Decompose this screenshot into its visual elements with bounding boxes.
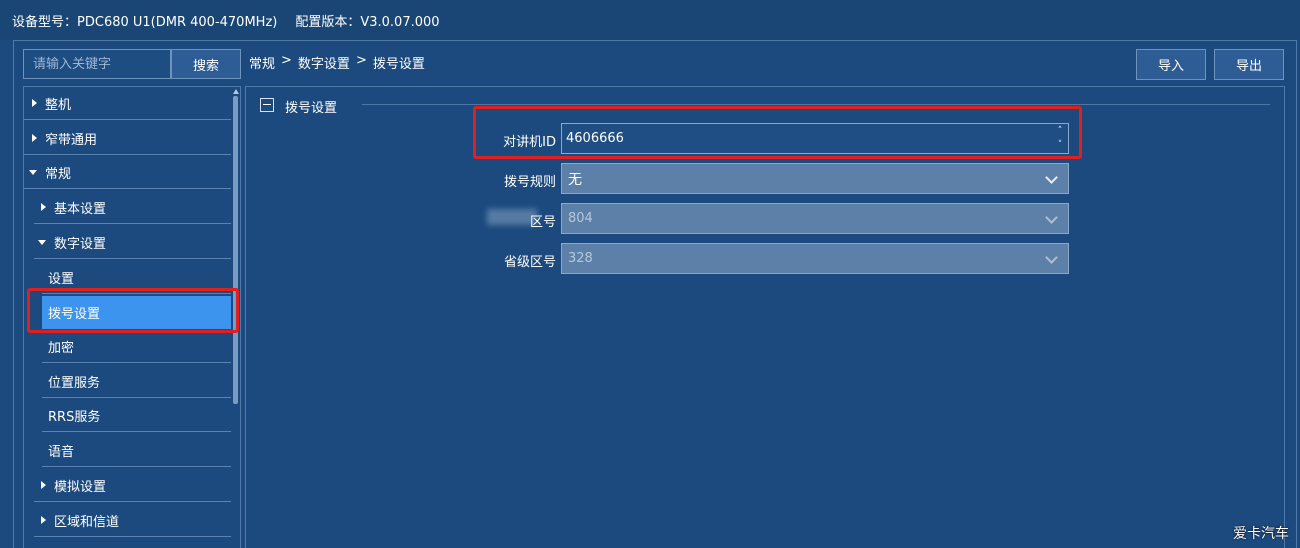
device-model-value: PDC680 U1(DMR 400-470MHz) bbox=[77, 14, 278, 30]
breadcrumb: 常规 > 数字设置 > 拨号设置 bbox=[249, 53, 425, 72]
province-code-label: 省级区号 bbox=[503, 255, 556, 270]
config-version-label: 配置版本： bbox=[295, 14, 361, 30]
import-button[interactable]: 导入 bbox=[1136, 49, 1206, 80]
tree-item-label: 区域和信道 bbox=[54, 514, 120, 530]
caret-right-icon bbox=[41, 481, 46, 489]
scroll-up-arrow-icon[interactable] bbox=[233, 89, 239, 94]
tree-item-basic-settings[interactable]: 基本设置 bbox=[34, 191, 232, 224]
chevron-down-icon bbox=[1045, 251, 1058, 264]
breadcrumb-item: 常规 bbox=[249, 57, 276, 72]
tree-item-label: 设置 bbox=[48, 271, 75, 287]
tree-item-conventional[interactable]: 常规 bbox=[24, 156, 232, 189]
search-button[interactable]: 搜索 bbox=[171, 49, 241, 79]
tree-item-rrs-service[interactable]: RRS服务 bbox=[42, 399, 232, 432]
config-version-value: V3.0.07.000 bbox=[360, 14, 440, 30]
search-input[interactable] bbox=[23, 49, 171, 79]
area-code-select: 804 bbox=[561, 203, 1069, 234]
province-code-value: 328 bbox=[568, 251, 593, 266]
area-code-label: 区号 bbox=[529, 215, 556, 230]
tree-item-voice[interactable]: 语音 bbox=[42, 434, 232, 467]
tree-item-whole-device[interactable]: 整机 bbox=[24, 87, 232, 120]
tree-item-location-service[interactable]: 位置服务 bbox=[42, 365, 232, 398]
chevron-down-icon bbox=[1045, 171, 1058, 184]
tree-item-label: 数字设置 bbox=[54, 236, 107, 252]
caret-right-icon bbox=[41, 516, 46, 524]
tree-item-label: 基本设置 bbox=[54, 201, 107, 217]
area-code-value: 804 bbox=[568, 211, 593, 226]
breadcrumb-item: 数字设置 bbox=[297, 57, 350, 72]
caret-down-icon bbox=[29, 169, 37, 175]
tree-scrollbar-thumb[interactable] bbox=[233, 96, 238, 404]
tree-item-label: 常规 bbox=[45, 166, 72, 182]
section-title: 拨号设置 bbox=[285, 101, 338, 116]
chevron-down-icon bbox=[1045, 211, 1058, 224]
tree-item-narrowband-general[interactable]: 窄带通用 bbox=[24, 122, 232, 155]
dial-rule-select[interactable]: 无 bbox=[561, 163, 1069, 194]
highlight-box-radio-id bbox=[473, 106, 1082, 159]
tree-item-analog-settings[interactable]: 模拟设置 bbox=[34, 469, 232, 502]
tree-item-label: 语音 bbox=[48, 444, 75, 460]
caret-down-icon bbox=[38, 239, 46, 245]
collapse-icon[interactable] bbox=[260, 98, 274, 112]
caret-right-icon bbox=[41, 203, 46, 211]
dial-rule-label: 拨号规则 bbox=[503, 175, 556, 190]
tree-item-label: 加密 bbox=[48, 340, 75, 356]
caret-right-icon bbox=[32, 134, 37, 142]
caret-right-icon bbox=[32, 99, 37, 107]
tree-item-label: 整机 bbox=[45, 97, 72, 113]
tree-item-label: 位置服务 bbox=[48, 375, 101, 391]
breadcrumb-separator: > bbox=[355, 53, 367, 68]
watermark: 爱卡汽车 bbox=[1233, 526, 1289, 542]
tree-item-label: RRS服务 bbox=[48, 409, 101, 425]
tree-item-encryption[interactable]: 加密 bbox=[42, 330, 232, 363]
config-version: 配置版本：V3.0.07.000 bbox=[295, 11, 439, 30]
province-code-select: 328 bbox=[561, 243, 1069, 274]
highlight-box-dial-settings bbox=[27, 288, 239, 333]
device-info-bar: 设备型号：PDC680 U1(DMR 400-470MHz) 配置版本：V3.0… bbox=[0, 0, 1300, 40]
breadcrumb-item: 拨号设置 bbox=[372, 57, 425, 72]
tree-item-zones-channels[interactable]: 区域和信道 bbox=[34, 504, 232, 537]
section-divider bbox=[362, 104, 1270, 105]
breadcrumb-separator: > bbox=[281, 53, 292, 68]
device-model-label: 设备型号： bbox=[12, 14, 78, 30]
device-model: 设备型号：PDC680 U1(DMR 400-470MHz) bbox=[12, 11, 277, 30]
dial-rule-value: 无 bbox=[568, 171, 582, 188]
tree-item-digital-settings[interactable]: 数字设置 bbox=[34, 226, 232, 259]
export-button[interactable]: 导出 bbox=[1214, 49, 1284, 80]
tree-item-label: 模拟设置 bbox=[54, 479, 107, 495]
tree-item-label: 窄带通用 bbox=[45, 132, 98, 148]
